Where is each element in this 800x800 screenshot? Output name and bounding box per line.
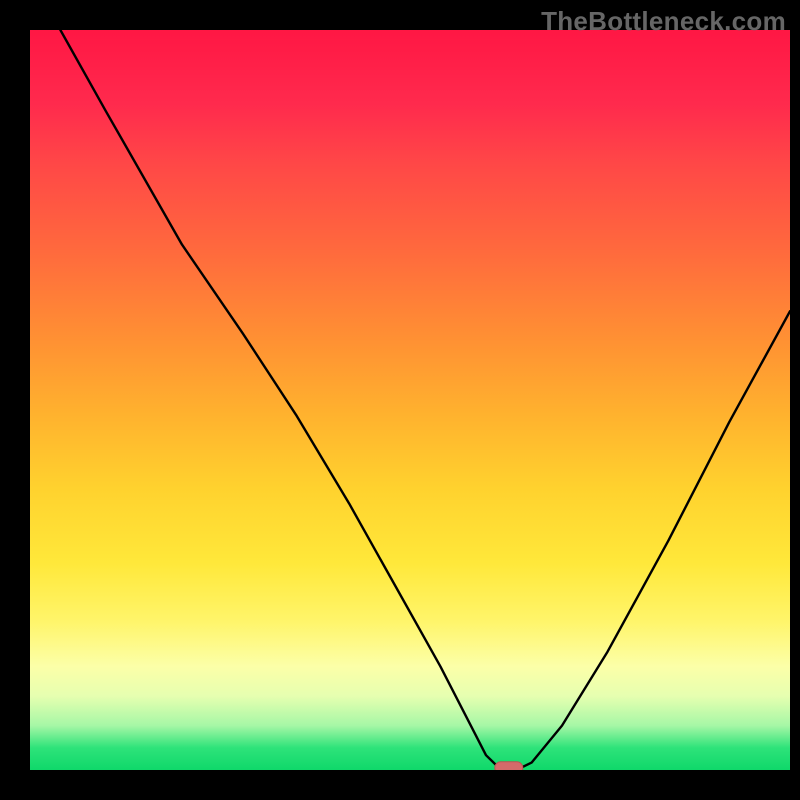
- chart-frame: TheBottleneck.com: [0, 0, 800, 800]
- curve-path: [60, 30, 790, 770]
- watermark-text: TheBottleneck.com: [541, 6, 786, 37]
- plot-area: [30, 30, 790, 770]
- bottleneck-curve: [30, 30, 790, 770]
- optimal-marker: [495, 762, 523, 770]
